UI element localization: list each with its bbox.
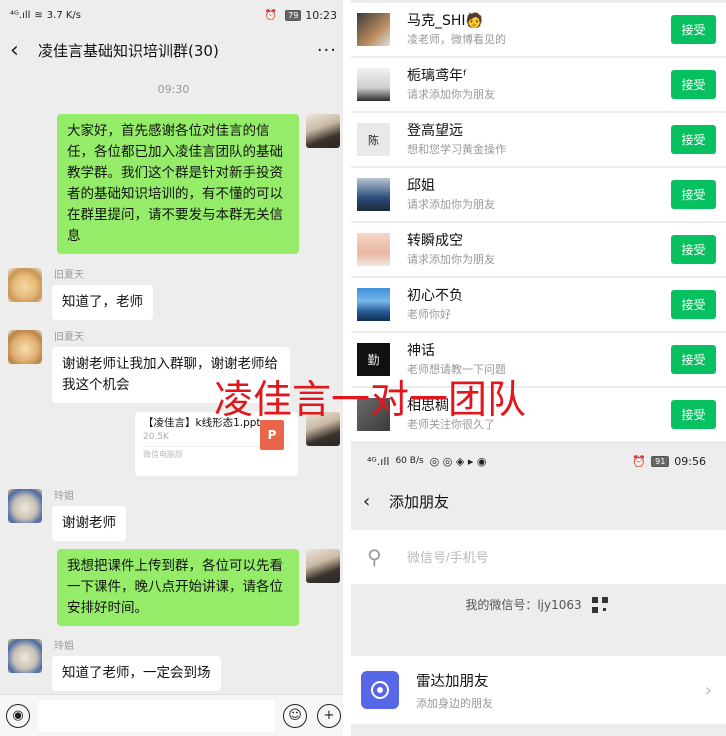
message-incoming: 玲姐 知道了老师，一定会到场 [52,637,221,691]
avatar [357,68,390,101]
battery-icon: 79 [285,9,302,21]
chat-timestamp: 09:30 [157,83,190,96]
accept-button[interactable]: 接受 [671,15,716,44]
avatar[interactable] [8,489,42,523]
request-message: 请求添加你为朋友 [407,87,495,101]
app-notification-icons: ◎ ◎ ◈ ▸ ◉ [429,454,487,468]
right-screen: 马克_SHI🧑 凌老师，微博看见的 接受 栀璃鸢年ᶠ 请求添加你为朋友 接受 陈 登… [347,0,726,736]
net-speed: 60 B/s [395,456,424,466]
watermark-text: 凌佳言一对一团队 [214,378,527,423]
request-name: 初心不负 [407,287,463,304]
voice-icon[interactable]: ◉ [6,703,30,728]
accept-button[interactable]: 接受 [671,235,716,264]
message-bubble[interactable]: 知道了老师，一定会到场 [52,656,221,691]
my-wechat-id: 我的微信号：ljy1063 [347,596,726,613]
list-item[interactable]: 邱姐请求添加你为朋友 接受 [347,168,726,221]
message-bubble[interactable]: 我想把课件上传到群，各位可以先看一下课件，晚八点开始讲课，请各位安排好时间。 [57,549,299,626]
divider [343,0,351,736]
alarm-icon: ⏰ [632,454,647,468]
request-message: 想和您学习黄金操作 [407,142,506,156]
status-time: 10:23 [305,8,337,22]
status-time: 09:56 [674,454,706,468]
group-chat-screen: ⁴ᴳ.ıll ≋ 3.7 K/s ⏰ 79 10:23 ‹ 凌佳言基础知识培训群… [0,0,347,736]
list-item[interactable]: 马克_SHI🧑 凌老师，微博看见的 接受 [347,3,726,56]
status-bar: ⁴ᴳ.ıll ≋ 3.7 K/s ⏰ 79 10:23 [0,0,347,30]
radar-add-friends[interactable]: 雷达加朋友 添加身边的朋友 › [347,656,726,724]
accept-button[interactable]: 接受 [671,70,716,99]
search-bar[interactable]: ⚲ [347,530,726,584]
search-icon: ⚲ [367,545,382,569]
list-item[interactable]: 初心不负老师你好 接受 [347,278,726,331]
accept-button[interactable]: 接受 [671,400,716,429]
back-arrow-icon[interactable]: ‹ [363,491,387,512]
accept-button[interactable]: 接受 [671,290,716,319]
avatar[interactable] [8,639,42,673]
accept-button[interactable]: 接受 [671,345,716,374]
sender-name: 旧夏天 [54,332,84,343]
avatar[interactable] [8,330,42,364]
chat-title: 凌佳言基础知识培训群(30) [38,41,219,60]
back-arrow-icon[interactable]: ‹ [10,38,34,63]
accept-button[interactable]: 接受 [671,125,716,154]
radar-subtitle: 添加身边的朋友 [416,696,493,710]
sender-name: 旧夏天 [54,270,84,281]
message-incoming: 玲姐 谢谢老师 [52,487,126,541]
request-name: 马克_SHI🧑 [407,12,483,29]
avatar [357,233,390,266]
message-input[interactable] [38,699,275,732]
accept-button[interactable]: 接受 [671,180,716,209]
message-incoming: 旧夏天 知道了，老师 [52,266,153,320]
message-bubble[interactable]: 谢谢老师 [52,506,126,541]
request-name: 转瞬成空 [407,232,463,249]
avatar [357,13,390,46]
list-item[interactable]: 转瞬成空请求添加你为朋友 接受 [347,223,726,276]
signal-icon: ⁴ᴳ.ıll [10,9,31,21]
qr-code-icon[interactable] [591,596,608,613]
radar-title: 雷达加朋友 [416,673,489,690]
page-title: 添加朋友 [389,492,450,511]
avatar: 陈 [357,123,390,156]
message-outgoing: 大家好，首先感谢各位对佳言的信任，各位都已加入凌佳言团队的基础教学群。我们这个群… [57,114,299,254]
sender-name: 玲姐 [54,641,74,652]
request-name: 神话 [407,342,435,359]
avatar[interactable] [306,549,340,583]
message-bubble[interactable]: 知道了，老师 [52,285,153,320]
plus-icon[interactable]: + [317,703,341,728]
more-options-icon[interactable]: ··· [317,40,337,61]
search-input[interactable] [407,549,583,565]
chevron-right-icon: › [704,679,712,701]
emoji-icon[interactable]: ☺ [283,703,307,728]
avatar[interactable] [306,114,340,148]
message-outgoing: 我想把课件上传到群，各位可以先看一下课件，晚八点开始讲课，请各位安排好时间。 [57,549,299,626]
avatar [357,288,390,321]
request-name: 邱姐 [407,177,435,194]
status-bar: ⁴ᴳ.ıll 60 B/s ◎ ◎ ◈ ▸ ◉ ⏰ 91 09:56 [347,444,726,478]
request-name: 栀璃鸢年ᶠ [407,67,468,84]
request-name: 登高望远 [407,122,463,139]
list-item[interactable]: 栀璃鸢年ᶠ 请求添加你为朋友 接受 [347,58,726,111]
alarm-icon: ⏰ [264,9,278,21]
request-message: 凌老师，微博看见的 [407,32,506,46]
wifi-icon: ≋ [34,9,43,21]
signal-icon: ⁴ᴳ.ıll [367,454,390,468]
chat-input-bar: ◉ ☺ + [0,694,347,736]
message-bubble[interactable]: 大家好，首先感谢各位对佳言的信任，各位都已加入凌佳言团队的基础教学群。我们这个群… [57,114,299,254]
request-message: 老师你好 [407,307,451,321]
sender-name: 玲姐 [54,491,74,502]
avatar[interactable] [8,268,42,302]
my-id-text: 我的微信号：ljy1063 [465,598,582,612]
add-friend-screen: ⁴ᴳ.ıll 60 B/s ◎ ◎ ◈ ▸ ◉ ⏰ 91 09:56 ‹ 添加朋… [347,444,726,736]
battery-icon: 91 [651,455,670,467]
list-item[interactable]: 陈 登高望远想和您学习黄金操作 接受 [347,113,726,166]
avatar [357,178,390,211]
screenshot-composite: ⁴ᴳ.ıll ≋ 3.7 K/s ⏰ 79 10:23 ‹ 凌佳言基础知识培训群… [0,0,726,736]
net-speed: 3.7 K/s [46,9,82,21]
add-friend-header: ‹ 添加朋友 [347,478,726,524]
chat-header: ‹ 凌佳言基础知识培训群(30) ··· [0,30,347,70]
request-message: 请求添加你为朋友 [407,197,495,211]
request-message: 请求添加你为朋友 [407,252,495,266]
radar-icon [361,671,399,709]
